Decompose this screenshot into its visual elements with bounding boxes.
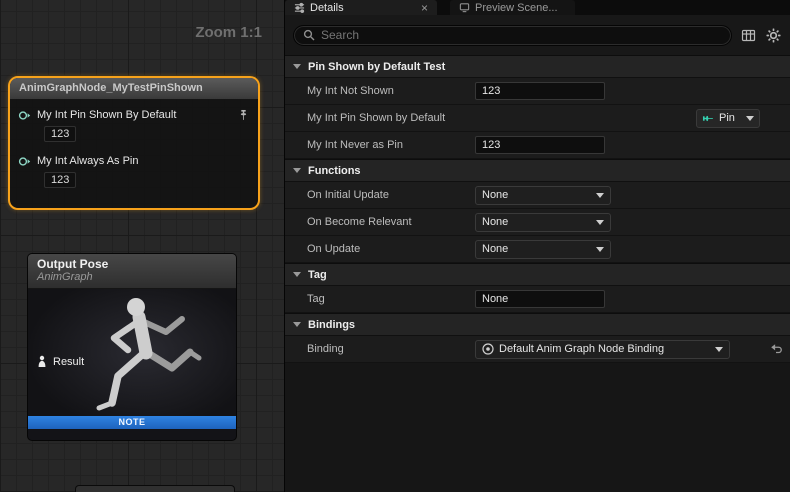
row-on-become-relevant: On Become Relevant None	[285, 209, 790, 236]
pin-icon	[702, 112, 715, 125]
pin-visibility-dropdown[interactable]: Pin	[696, 109, 760, 128]
details-panel: Details × Preview Scene...	[285, 0, 790, 492]
int-pin-icon[interactable]	[18, 155, 31, 168]
tab-details[interactable]: Details ×	[285, 0, 437, 15]
output-node-preview: Result NOTE	[28, 289, 236, 429]
int-pin-icon[interactable]	[18, 109, 31, 122]
result-pin-label: Result	[53, 356, 84, 368]
node-title[interactable]: AnimGraphNode_MyTestPinShown	[10, 78, 258, 99]
chevron-down-icon	[293, 64, 301, 69]
row-binding: Binding Default Anim Graph Node Binding	[285, 336, 790, 363]
chevron-down-icon	[293, 272, 301, 277]
binding-dropdown[interactable]: Default Anim Graph Node Binding	[475, 340, 730, 359]
zoom-level-label: Zoom 1:1	[195, 24, 262, 41]
chevron-down-icon	[596, 193, 604, 198]
my-int-never-as-pin-input[interactable]: 123	[475, 136, 605, 154]
output-node-title: Output Pose	[37, 257, 227, 271]
row-on-update: On Update None	[285, 236, 790, 263]
my-int-not-shown-input[interactable]: 123	[475, 82, 605, 100]
tag-input[interactable]: None	[475, 290, 605, 308]
display-filter-icon[interactable]	[740, 27, 757, 44]
search-box[interactable]	[293, 25, 732, 46]
chevron-down-icon	[715, 347, 723, 352]
preview-scene-tab-icon	[459, 2, 470, 13]
tab-bar: Details × Preview Scene...	[285, 0, 790, 15]
row-on-initial-update: On Initial Update None	[285, 182, 790, 209]
tab-details-label: Details	[310, 2, 344, 14]
category-bindings[interactable]: Bindings	[285, 313, 790, 336]
tab-preview-scene-label: Preview Scene...	[475, 2, 558, 14]
search-icon	[303, 29, 315, 41]
node-body: My Int Pin Shown By Default 123	[10, 99, 258, 194]
chevron-down-icon	[293, 322, 301, 327]
search-input[interactable]	[321, 28, 722, 42]
binding-icon	[482, 343, 494, 355]
details-empty-space	[285, 363, 790, 492]
unreal-editor-window: Zoom 1:1 AnimGraphNode_MyTestPinShown My…	[0, 0, 790, 492]
on-update-dropdown[interactable]: None	[475, 240, 611, 259]
node-note-badge[interactable]: NOTE	[28, 416, 236, 429]
pin-label: My Int Always As Pin	[37, 155, 250, 167]
tab-close-icon[interactable]: ×	[421, 3, 428, 13]
pin-thumbtack-icon[interactable]	[237, 109, 250, 122]
row-my-int-never-as-pin: My Int Never as Pin 123	[285, 132, 790, 159]
chevron-down-icon	[746, 116, 754, 121]
node-animgraphnode-mytestpinshown[interactable]: AnimGraphNode_MyTestPinShown My Int Pin …	[8, 76, 260, 210]
reset-binding-icon[interactable]	[769, 342, 783, 356]
output-node-subtitle: AnimGraph	[37, 271, 227, 284]
output-node-header[interactable]: Output Pose AnimGraph	[28, 254, 236, 289]
category-pin-shown-by-default-test[interactable]: Pin Shown by Default Test	[285, 55, 790, 78]
category-functions[interactable]: Functions	[285, 159, 790, 182]
on-initial-update-dropdown[interactable]: None	[475, 186, 611, 205]
settings-gear-icon[interactable]	[765, 27, 782, 44]
row-tag: Tag None	[285, 286, 790, 313]
chevron-down-icon	[596, 220, 604, 225]
pose-pin-icon	[36, 355, 48, 368]
tab-preview-scene[interactable]: Preview Scene...	[450, 0, 575, 15]
anim-graph-canvas[interactable]: Zoom 1:1 AnimGraphNode_MyTestPinShown My…	[0, 0, 285, 492]
pin-label: My Int Pin Shown By Default	[37, 109, 231, 121]
partially-visible-node[interactable]	[75, 485, 235, 492]
category-tag[interactable]: Tag	[285, 263, 790, 286]
details-toolbar	[285, 15, 790, 55]
mannequin-preview-image	[66, 291, 216, 423]
chevron-down-icon	[596, 247, 604, 252]
pin-value-input[interactable]: 123	[44, 126, 76, 142]
node-output-pose[interactable]: Output Pose AnimGraph	[27, 253, 237, 441]
details-tab-icon	[294, 2, 305, 13]
pin-value-input[interactable]: 123	[44, 172, 76, 188]
row-my-int-pin-shown-by-default: My Int Pin Shown by Default Pin	[285, 105, 790, 132]
chevron-down-icon	[293, 168, 301, 173]
on-become-relevant-dropdown[interactable]: None	[475, 213, 611, 232]
result-pin[interactable]: Result	[36, 355, 84, 368]
row-my-int-not-shown: My Int Not Shown 123	[285, 78, 790, 105]
